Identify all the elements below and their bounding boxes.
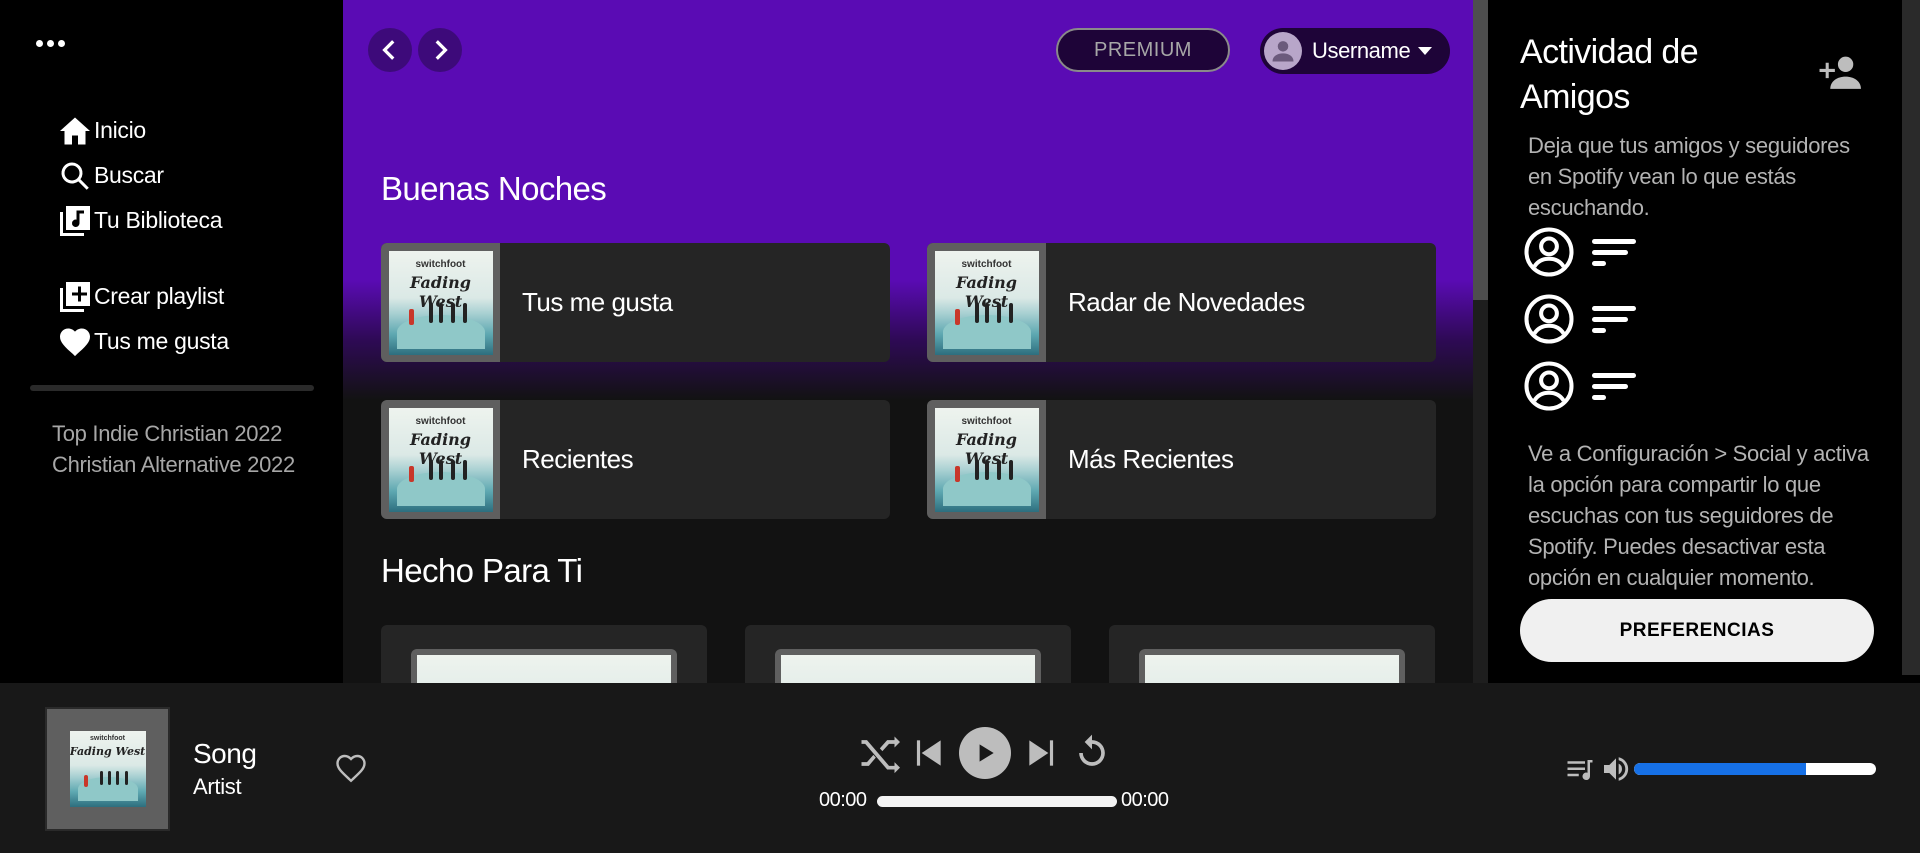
user-icon (1272, 41, 1294, 62)
home-icon (56, 112, 94, 150)
made-for-you-tile[interactable] (745, 625, 1071, 683)
player-bar: switchfoot Fading West Song Artist 00:00 … (0, 683, 1920, 853)
library-icon (56, 202, 94, 240)
album-cover (775, 649, 1041, 683)
placeholder-lines (1592, 238, 1636, 266)
repeat-icon[interactable] (1067, 728, 1117, 778)
album-cover (1139, 649, 1405, 683)
artist-name[interactable]: Artist (193, 774, 242, 800)
playlist-list: Top Indie Christian 2022 Christian Alter… (52, 418, 302, 480)
made-for-you-tile[interactable] (381, 625, 707, 683)
placeholder-lines (1592, 372, 1636, 400)
scrollbar-thumb[interactable] (1473, 0, 1488, 300)
premium-button[interactable]: PREMIUM (1056, 28, 1230, 72)
section-heading: Hecho Para Ti (381, 552, 583, 589)
friend-placeholder (1522, 358, 1652, 414)
preferences-button[interactable]: PREFERENCIAS (1520, 599, 1874, 662)
friend-placeholder (1522, 224, 1652, 280)
create-playlist-label: Crear playlist (94, 283, 225, 309)
next-icon[interactable] (1017, 728, 1067, 778)
card-label: Radar de Novedades (1068, 287, 1305, 317)
user-circle-icon (1524, 294, 1574, 344)
add-friend-icon[interactable] (1818, 52, 1864, 92)
volume-level (1634, 763, 1806, 775)
user-menu[interactable]: Username (1260, 28, 1450, 74)
main-content: PREMIUM Username Buenas Noches switchfoo… (343, 0, 1473, 683)
made-for-you-tile[interactable] (1109, 625, 1435, 683)
search-icon (56, 157, 94, 195)
sidebar-item-library[interactable]: Tu Biblioteca (56, 198, 229, 243)
sidebar-item-home[interactable]: Inicio (56, 108, 229, 153)
shortcut-card[interactable]: switchfoot Fading West Recientes (381, 400, 890, 519)
friend-panel-scrollbar[interactable] (1902, 0, 1920, 675)
liked-songs-button[interactable]: Tus me gusta (56, 319, 229, 364)
sidebar-item-label: Tu Biblioteca (94, 207, 223, 233)
elapsed-time: 00:00 (819, 789, 867, 811)
play-button[interactable] (959, 727, 1011, 779)
sidebar-item-search[interactable]: Buscar (56, 153, 229, 198)
album-cover: switchfoot Fading West (927, 400, 1046, 519)
now-playing-cover[interactable]: switchfoot Fading West (45, 707, 170, 831)
card-label: Más Recientes (1068, 444, 1234, 474)
progress-bar[interactable] (877, 796, 1117, 807)
liked-songs-label: Tus me gusta (94, 328, 229, 354)
friend-activity-instructions: Ve a Configuración > Social y activa la … (1528, 441, 1869, 590)
sidebar: Inicio Buscar Tu Biblioteca Crear playli… (0, 0, 343, 683)
album-cover: switchfoot Fading West (381, 243, 500, 362)
user-circle-icon (1524, 227, 1574, 277)
sidebar-nav: Inicio Buscar Tu Biblioteca Crear playli… (56, 108, 229, 364)
back-button[interactable] (368, 28, 412, 72)
volume-slider[interactable] (1634, 763, 1876, 775)
shortcut-card[interactable]: switchfoot Fading West Tus me gusta (381, 243, 890, 362)
play-icon (979, 744, 994, 762)
chevron-left-icon (382, 40, 395, 60)
card-label: Recientes (522, 444, 634, 474)
caret-down-icon (1418, 47, 1433, 55)
greeting-heading: Buenas Noches (381, 170, 607, 207)
total-time: 00:00 (1121, 789, 1169, 811)
card-label: Tus me gusta (522, 287, 673, 317)
album-cover: switchfoot Fading West (927, 243, 1046, 362)
album-cover (411, 649, 677, 683)
heart-icon (56, 323, 94, 361)
album-cover: switchfoot Fading West (381, 400, 500, 519)
like-heart-icon[interactable] (333, 750, 369, 786)
forward-button[interactable] (418, 28, 462, 72)
shuffle-icon[interactable] (853, 728, 903, 778)
shortcut-card[interactable]: switchfoot Fading West Radar de Novedades (927, 243, 1436, 362)
playback-controls (853, 727, 1117, 779)
avatar (1264, 32, 1302, 70)
add-square-icon (56, 278, 94, 316)
sidebar-divider (30, 385, 314, 391)
sidebar-item-label: Inicio (94, 117, 146, 143)
playlist-item[interactable]: Christian Alternative 2022 (52, 449, 302, 480)
playlist-item[interactable]: Top Indie Christian 2022 (52, 418, 302, 449)
user-circle-icon (1524, 361, 1574, 411)
create-playlist-button[interactable]: Crear playlist (56, 274, 229, 319)
placeholder-lines (1592, 305, 1636, 333)
username: Username (1312, 38, 1411, 63)
friend-activity-title: Actividad de Amigos (1520, 33, 1699, 116)
friend-activity-description: Deja que tus amigos y seguidores en Spot… (1528, 133, 1850, 220)
friend-placeholder (1522, 291, 1652, 347)
sidebar-item-label: Buscar (94, 162, 164, 188)
main-scrollbar[interactable] (1473, 0, 1488, 683)
friend-activity-panel: Actividad de Amigos Deja que tus amigos … (1490, 0, 1900, 683)
chevron-right-icon (435, 40, 448, 60)
more-options-icon[interactable] (36, 40, 65, 47)
previous-icon[interactable] (903, 728, 953, 778)
queue-icon[interactable] (1565, 755, 1595, 790)
shortcut-card[interactable]: switchfoot Fading West Más Recientes (927, 400, 1436, 519)
song-title[interactable]: Song (193, 738, 257, 770)
volume-icon[interactable] (1600, 753, 1632, 790)
